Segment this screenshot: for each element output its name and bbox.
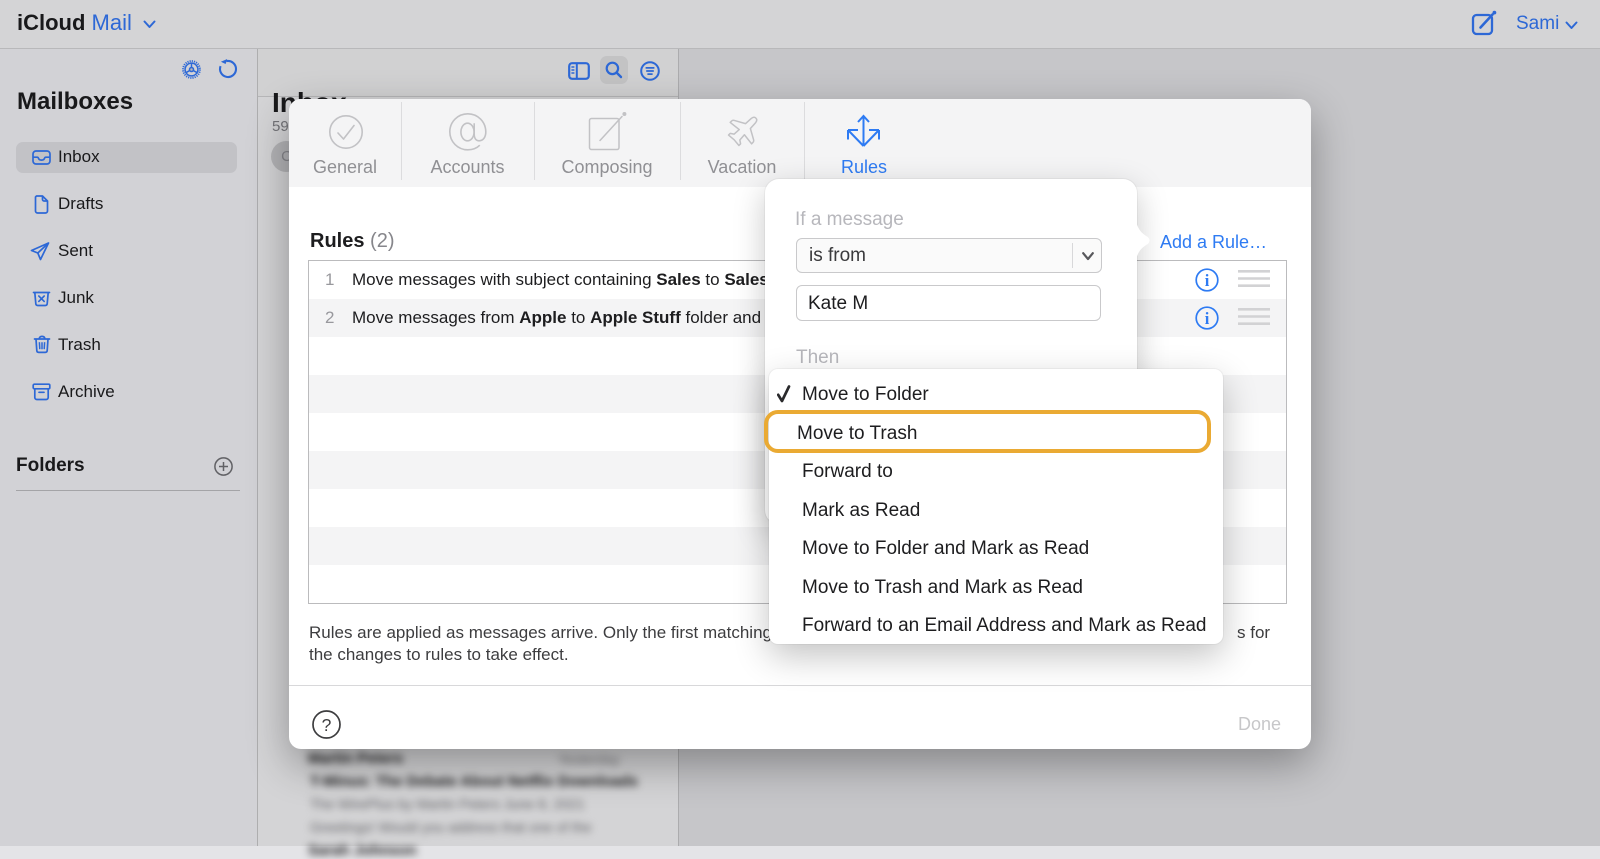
svg-text:i: i xyxy=(1205,309,1210,328)
svg-text:?: ? xyxy=(322,714,332,734)
svg-text:i: i xyxy=(1205,271,1210,290)
